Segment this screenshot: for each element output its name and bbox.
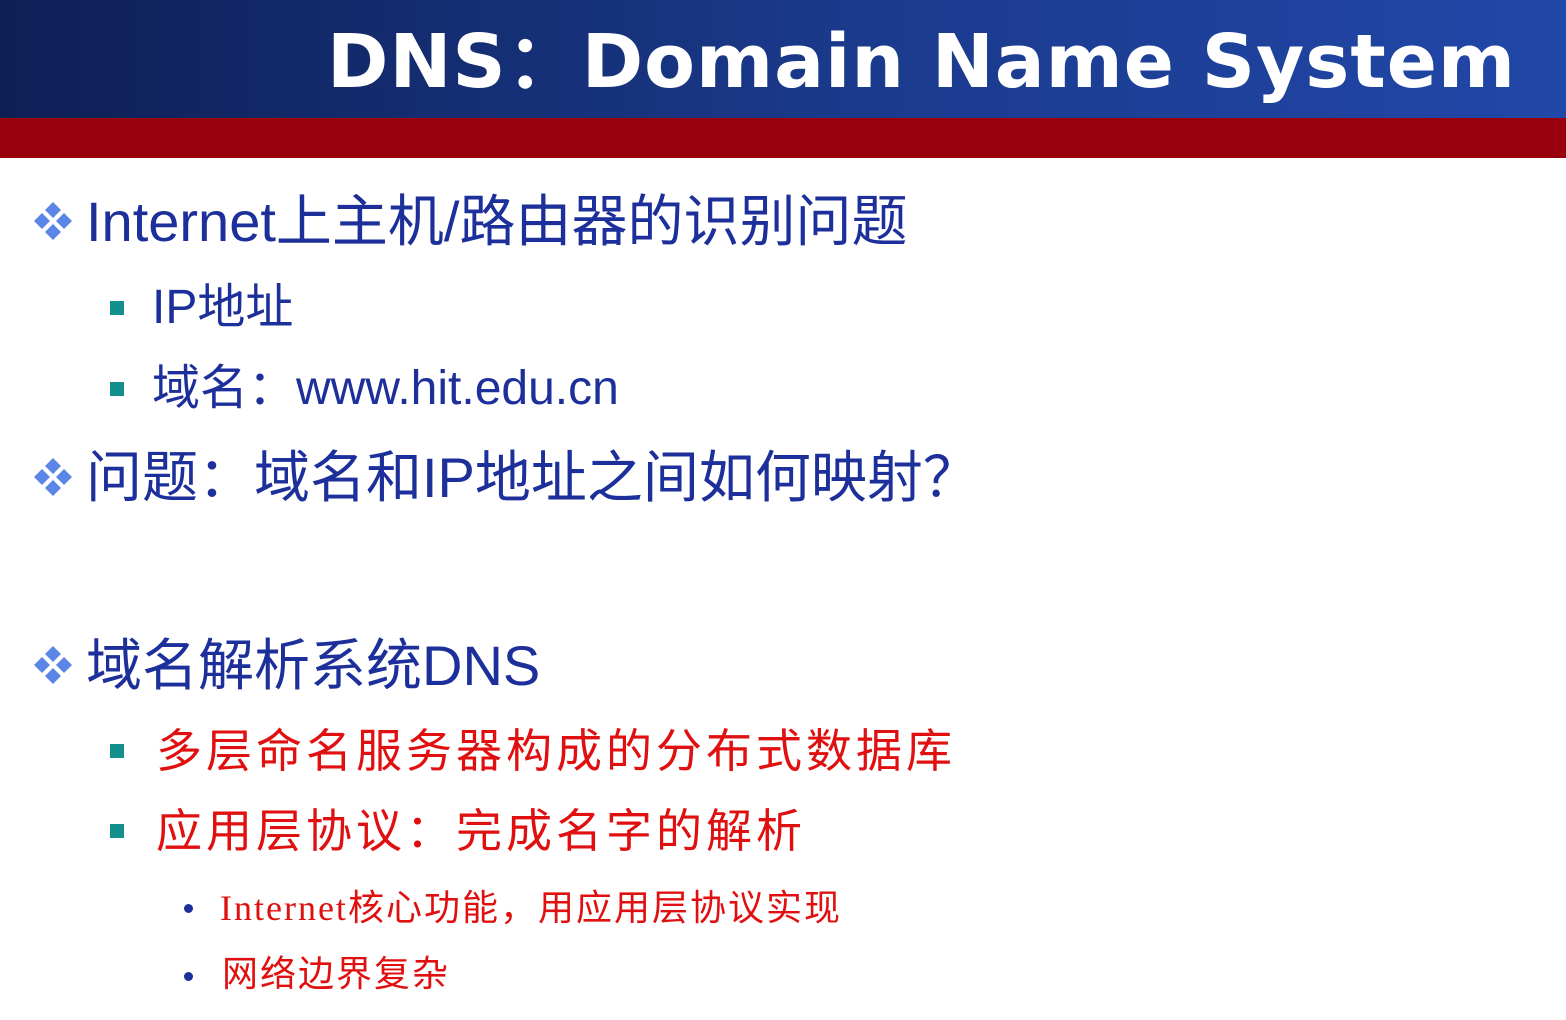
square-bullet-icon xyxy=(110,382,124,396)
bullet-1-text: Internet上主机/路由器的识别问题 xyxy=(86,190,908,253)
square-bullet-icon xyxy=(110,824,124,838)
accent-bar xyxy=(0,118,1566,158)
bullet-3-2-2-text: 网络边界复杂 xyxy=(222,954,451,994)
title-bar: DNS：Domain Name System xyxy=(0,0,1566,118)
dot-bullet-icon xyxy=(184,904,193,913)
diamond-bullet-icon xyxy=(34,458,72,496)
dot-bullet-icon xyxy=(184,972,193,981)
diamond-bullet-icon xyxy=(34,646,72,684)
bullet-1-1-text: IP地址 xyxy=(152,281,294,334)
bullet-3-1-text: 多层命名服务器构成的分布式数据库 xyxy=(156,724,956,778)
bullet-3-2-text: 应用层协议：完成名字的解析 xyxy=(156,804,806,858)
slide: DNS：Domain Name System Internet上主机/路由器的识… xyxy=(0,0,1566,1020)
square-bullet-icon xyxy=(110,301,124,315)
square-bullet-icon xyxy=(110,744,124,758)
diamond-bullet-icon xyxy=(34,202,72,240)
bullet-2-text: 问题：域名和IP地址之间如何映射？ xyxy=(86,446,979,509)
bullet-3-2-1-text: Internet核心功能，用应用层协议实现 xyxy=(220,888,842,928)
bullet-3-text: 域名解析系统DNS xyxy=(86,634,541,697)
bullet-1-2-text: 域名：www.hit.edu.cn xyxy=(152,362,619,415)
slide-title: DNS：Domain Name System xyxy=(327,19,1516,105)
